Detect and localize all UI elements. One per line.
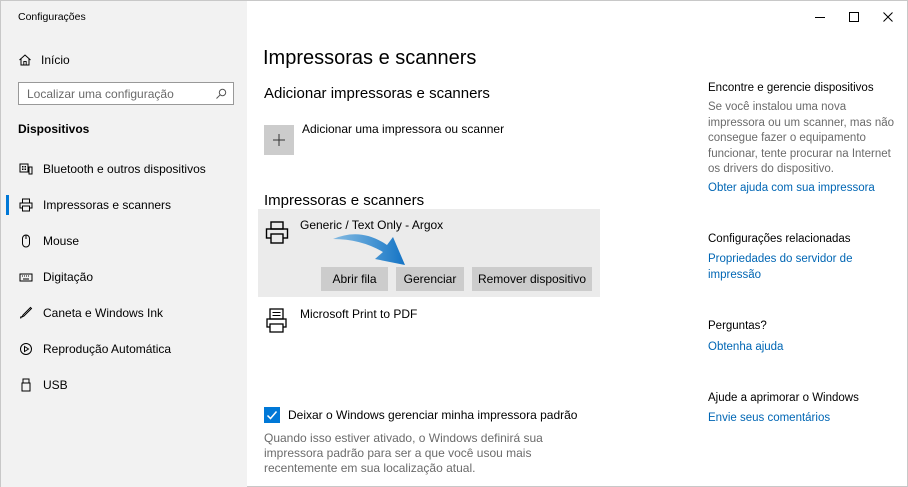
sidebar-item-label: Bluetooth e outros dispositivos (43, 162, 206, 176)
print-server-properties-link[interactable]: Propriedades do servidor de impressão (708, 252, 868, 283)
sidebar-item-mouse[interactable]: Mouse (1, 223, 247, 259)
sidebar-item-bluetooth[interactable]: Bluetooth e outros dispositivos (1, 151, 247, 187)
autoplay-icon (19, 342, 33, 356)
mouse-icon (19, 234, 33, 248)
sidebar-item-label: Reprodução Automática (43, 342, 172, 356)
usb-icon (19, 378, 33, 392)
default-printer-description: Quando isso estiver ativado, o Windows d… (264, 431, 543, 475)
sidebar-home[interactable]: Início (18, 51, 70, 69)
keyboard-icon (19, 270, 33, 284)
printer-name[interactable]: Microsoft Print to PDF (300, 307, 417, 321)
questions-title: Perguntas? (708, 320, 767, 332)
checkmark-icon (266, 411, 278, 420)
sidebar-item-printers[interactable]: Impressoras e scanners (1, 187, 247, 223)
improve-windows-title: Ajude a aprimorar o Windows (708, 392, 859, 404)
sidebar-item-pen[interactable]: Caneta e Windows Ink (1, 295, 247, 331)
add-section-title: Adicionar impressoras e scanners (264, 85, 490, 102)
printer-help-link[interactable]: Obter ajuda com sua impressora (708, 181, 898, 197)
app-title: Configurações (18, 11, 86, 23)
minimize-icon (815, 17, 825, 18)
sidebar: Configurações Início Dispositivos (1, 1, 247, 487)
sidebar-nav: Bluetooth e outros dispositivos Impresso… (1, 151, 247, 403)
search-input[interactable] (27, 86, 215, 101)
close-icon (883, 12, 893, 22)
add-box (264, 125, 294, 155)
sidebar-item-label: Impressoras e scanners (43, 198, 172, 212)
sidebar-item-label: Digitação (43, 270, 94, 284)
section-title: Dispositivos (18, 122, 90, 136)
page-title: Impressoras e scanners (263, 47, 477, 69)
add-printer-label: Adicionar uma impressora ou scanner (302, 122, 505, 136)
sidebar-item-label: Mouse (43, 234, 80, 248)
maximize-button[interactable] (837, 7, 871, 27)
sidebar-item-label: USB (43, 378, 68, 392)
related-find-title: Encontre e gerencie dispositivos (708, 82, 874, 94)
default-printer-label: Deixar o Windows gerenciar minha impress… (288, 408, 578, 422)
related-settings-title: Configurações relacionadas (708, 233, 851, 245)
search-icon (216, 88, 227, 99)
home-icon (19, 54, 31, 66)
remove-device-button[interactable]: Remover dispositivo (472, 267, 592, 291)
settings-window: Configurações Início Dispositivos (0, 0, 908, 487)
search-box[interactable] (18, 82, 234, 105)
sidebar-item-label: Caneta e Windows Ink (43, 306, 164, 320)
printer-icon (19, 198, 33, 212)
sidebar-item-usb[interactable]: USB (1, 367, 247, 403)
pen-icon (19, 306, 33, 320)
home-label: Início (41, 53, 70, 67)
default-printer-toggle[interactable]: Deixar o Windows gerenciar minha impress… (264, 407, 577, 423)
pdf-printer-icon (266, 308, 287, 333)
sidebar-item-typing[interactable]: Digitação (1, 259, 247, 295)
close-button[interactable] (871, 7, 905, 27)
related-find-text: Se você instalou uma nova impressora ou … (708, 101, 895, 175)
bluetooth-devices-icon (19, 162, 33, 176)
maximize-icon (849, 12, 859, 22)
minimize-button[interactable] (803, 7, 837, 27)
default-printer-checkbox[interactable] (264, 407, 280, 423)
add-printer-button[interactable]: Adicionar uma impressora ou scanner (264, 122, 505, 155)
send-feedback-link[interactable]: Envie seus comentários (708, 411, 898, 427)
printers-list-title: Impressoras e scanners (264, 192, 425, 209)
active-indicator (6, 195, 9, 215)
annotation-arrow-icon (333, 234, 405, 265)
sidebar-item-autoplay[interactable]: Reprodução Automática (1, 331, 247, 367)
plus-icon (273, 134, 285, 146)
printer-icon (265, 221, 289, 244)
get-help-link[interactable]: Obtenha ajuda (708, 340, 898, 356)
